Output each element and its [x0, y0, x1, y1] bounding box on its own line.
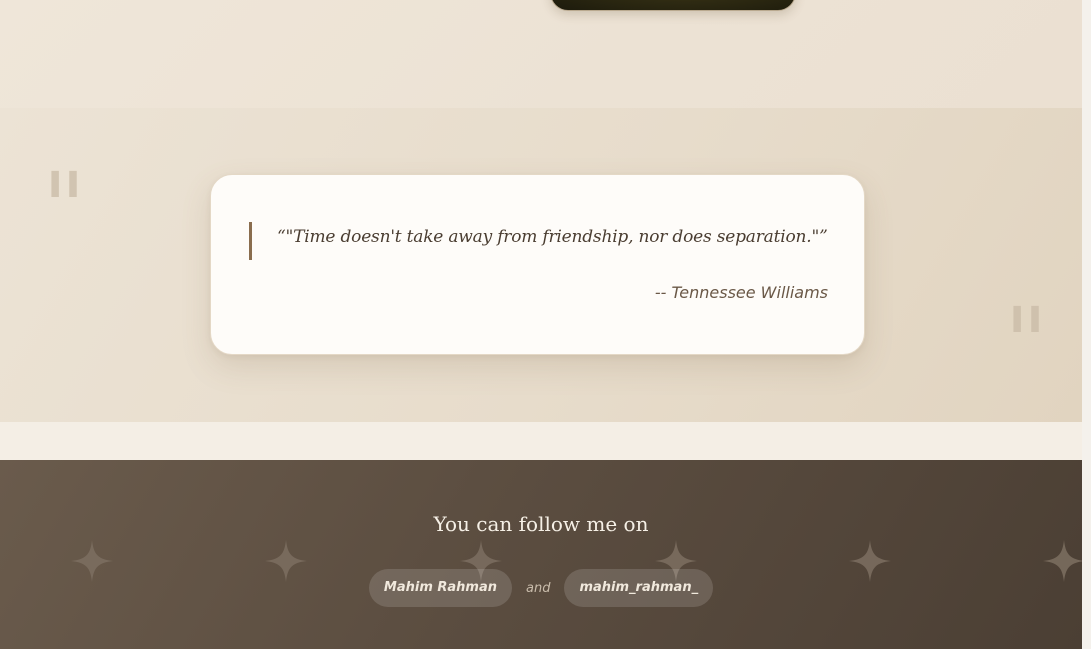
page: " " “"Time doesn't take away from friend…: [0, 0, 1091, 649]
quote-text: “"Time doesn't take away from friendship…: [277, 227, 828, 247]
profile-photo: [550, 0, 796, 11]
footer: You can follow me on Mahim Rahman and ma…: [0, 460, 1082, 649]
footer-title: You can follow me on: [433, 512, 649, 536]
social-links: Mahim Rahman and mahim_rahman_: [0, 569, 1082, 607]
quote-mark-icon: ": [1004, 287, 1049, 399]
quote-mark-icon: ": [42, 152, 87, 264]
social-link-secondary[interactable]: mahim_rahman_: [564, 569, 714, 607]
quote-author: -- Tennessee Williams: [654, 283, 828, 302]
quote-card: “"Time doesn't take away from friendship…: [210, 174, 865, 355]
social-separator: and: [526, 580, 551, 596]
social-link-primary[interactable]: Mahim Rahman: [368, 569, 513, 607]
quote-accent-bar: [249, 222, 252, 260]
section-divider: [0, 422, 1082, 460]
quote-section: " " “"Time doesn't take away from friend…: [0, 108, 1082, 422]
scrollbar[interactable]: [1082, 0, 1091, 649]
top-section: [0, 0, 1082, 108]
